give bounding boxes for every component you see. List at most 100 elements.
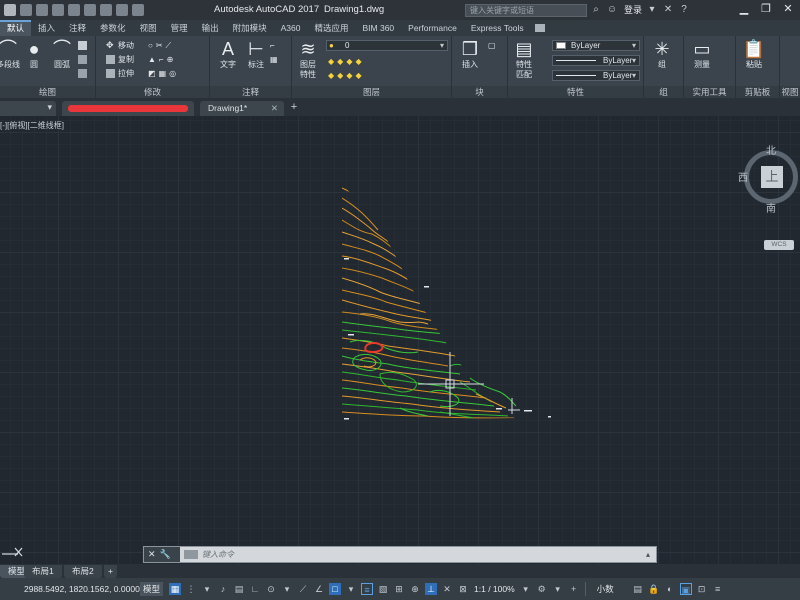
object-snap-icon[interactable]: □: [329, 583, 342, 595]
tab-view[interactable]: 视图: [133, 20, 164, 36]
polar-tracking-icon[interactable]: ⊙: [265, 583, 277, 595]
restore-icon[interactable]: ❐: [758, 2, 774, 16]
viewcube[interactable]: 北 西 上 南: [738, 142, 800, 224]
file-tab-redacted[interactable]: [62, 101, 194, 116]
tab-annotate[interactable]: 注释: [62, 20, 93, 36]
file-tab-drawing1[interactable]: Drawing1* ✕: [200, 101, 284, 116]
measure-button[interactable]: ▭ 测量: [686, 38, 718, 70]
object-snap-tracking-icon[interactable]: ∠: [313, 583, 325, 595]
drawing-canvas[interactable]: [-][俯视][二维线框] 北 西 上 南 WCS: [0, 116, 800, 564]
close-tab-icon[interactable]: ✕: [271, 101, 278, 115]
coordinates-display[interactable]: 2988.5492, 1820.1562, 0.0000: [0, 584, 140, 594]
command-line[interactable]: ✕ 🔧 键入命令 ▴: [143, 546, 657, 563]
user-icon[interactable]: ☺: [606, 4, 618, 16]
panel-label-annotation[interactable]: 注释: [210, 86, 291, 98]
leader-button[interactable]: ⌐: [270, 40, 275, 51]
customize-icon[interactable]: 🔧: [160, 549, 171, 560]
layer-tools-row-2[interactable]: ◆ ◆ ◆ ◆: [328, 70, 362, 81]
create-block-button[interactable]: ▢: [488, 40, 496, 51]
lineweight-dropdown[interactable]: ByLayer: [552, 70, 640, 81]
draw-more-tools-3[interactable]: [78, 68, 87, 79]
layer-dropdown[interactable]: ● 0: [326, 40, 448, 51]
tab-addins[interactable]: 附加模块: [226, 20, 274, 36]
panel-label-block[interactable]: 块: [452, 86, 507, 98]
undo-icon[interactable]: [100, 4, 112, 16]
quick-properties-icon[interactable]: ▤: [632, 583, 644, 595]
3d-osnap-icon[interactable]: ⊕: [409, 583, 421, 595]
tab-layout2[interactable]: 布局2: [64, 565, 102, 578]
help-icon[interactable]: ?: [678, 4, 690, 16]
command-dropdown-icon[interactable]: ▴: [646, 550, 656, 559]
transparency-icon[interactable]: ▧: [377, 583, 389, 595]
command-input[interactable]: 键入命令: [180, 549, 646, 560]
dimension-button[interactable]: ⊢ 标注: [240, 38, 272, 70]
tab-home[interactable]: 默认: [0, 20, 32, 36]
move-button[interactable]: ✥ 移动: [106, 40, 134, 51]
wcs-menu[interactable]: WCS: [764, 240, 794, 250]
tab-express-tools[interactable]: Express Tools: [464, 20, 531, 36]
isometric-icon[interactable]: ⟋: [297, 583, 309, 595]
annotation-monitor-icon[interactable]: +: [568, 583, 580, 595]
layer-properties-button[interactable]: ≋ 图层 特性: [292, 38, 324, 80]
new-file-icon[interactable]: [20, 4, 32, 16]
tab-bim360[interactable]: BIM 360: [356, 20, 402, 36]
draw-more-tools[interactable]: [78, 40, 87, 51]
save-as-icon[interactable]: [68, 4, 80, 16]
new-tab-icon[interactable]: +: [288, 102, 300, 114]
ortho-icon[interactable]: ∟: [249, 583, 261, 595]
ribbon-display-toggle[interactable]: [534, 24, 545, 32]
login-button[interactable]: 登录: [624, 3, 642, 16]
annotation-visibility-icon[interactable]: ✕: [441, 583, 453, 595]
layer-tools-row-1[interactable]: ◆ ◆ ◆ ◆: [328, 56, 362, 67]
lock-ui-icon[interactable]: 🔒: [648, 583, 660, 595]
mirror-button[interactable]: ▲ ⌐ ⊕: [148, 54, 173, 65]
model-space-button[interactable]: 模型: [140, 582, 164, 596]
customization-menu-icon[interactable]: ≡: [712, 583, 724, 595]
color-dropdown[interactable]: ByLayer: [552, 40, 640, 51]
chevron-down-icon[interactable]: ▾: [281, 583, 293, 595]
tab-featured-apps[interactable]: 精选应用: [307, 20, 355, 36]
rotate-button[interactable]: ○ ✂ ⟋: [148, 40, 171, 51]
paste-button[interactable]: 📋 粘贴: [738, 38, 770, 70]
panel-label-groups[interactable]: 组: [644, 86, 683, 98]
tab-layout1[interactable]: 布局1: [24, 565, 62, 578]
redo-icon[interactable]: [116, 4, 128, 16]
command-history-icon[interactable]: [184, 550, 198, 559]
panel-label-clipboard[interactable]: 剪贴板: [736, 86, 779, 98]
panel-label-modify[interactable]: 修改: [96, 86, 209, 98]
save-icon[interactable]: [52, 4, 64, 16]
chevron-down-icon[interactable]: ▾: [646, 4, 658, 16]
exchange-apps-icon[interactable]: ✕: [662, 4, 674, 16]
minimize-icon[interactable]: ▁: [736, 2, 752, 16]
tab-a360[interactable]: A360: [274, 20, 308, 36]
compass-south[interactable]: 南: [766, 200, 776, 215]
workspace-gear-icon[interactable]: ⚙: [536, 583, 548, 595]
tab-output[interactable]: 输出: [195, 20, 226, 36]
stretch-button[interactable]: 拉伸: [106, 68, 134, 79]
dynamic-input-icon[interactable]: ▤: [233, 583, 245, 595]
search-input[interactable]: 键入关键字或短语: [465, 4, 587, 17]
linetype-dropdown[interactable]: ByLayer: [552, 55, 640, 66]
snap-icon[interactable]: ⋮: [185, 583, 197, 595]
tab-performance[interactable]: Performance: [401, 20, 464, 36]
chevron-down-icon[interactable]: ▾: [552, 583, 564, 595]
auto-scale-icon[interactable]: ⊠: [457, 583, 469, 595]
lineweight-icon[interactable]: ≡: [361, 583, 374, 595]
chevron-down-icon[interactable]: ▾: [520, 583, 532, 595]
panel-label-view[interactable]: 视图: [780, 86, 800, 98]
open-file-icon[interactable]: [36, 4, 48, 16]
copy-button[interactable]: 复制: [106, 54, 134, 65]
units-selector[interactable]: 小数: [597, 583, 614, 595]
grid-icon[interactable]: ▦: [169, 583, 182, 595]
selection-cycling-icon[interactable]: ⊞: [393, 583, 405, 595]
close-icon[interactable]: ✕: [780, 2, 796, 16]
insert-block-button[interactable]: ❒ 插入: [454, 38, 486, 70]
binoculars-icon[interactable]: ⌕: [590, 4, 602, 16]
compass-west[interactable]: 西: [738, 169, 748, 184]
graphics-performance-icon[interactable]: ▣: [679, 583, 692, 595]
arc-button[interactable]: ⌒ 圆弧: [46, 38, 78, 70]
isolate-objects-icon[interactable]: ◐: [664, 583, 676, 595]
clean-screen-icon[interactable]: ⊡: [696, 583, 708, 595]
compass-north[interactable]: 北: [766, 142, 776, 157]
print-icon[interactable]: [84, 4, 96, 16]
